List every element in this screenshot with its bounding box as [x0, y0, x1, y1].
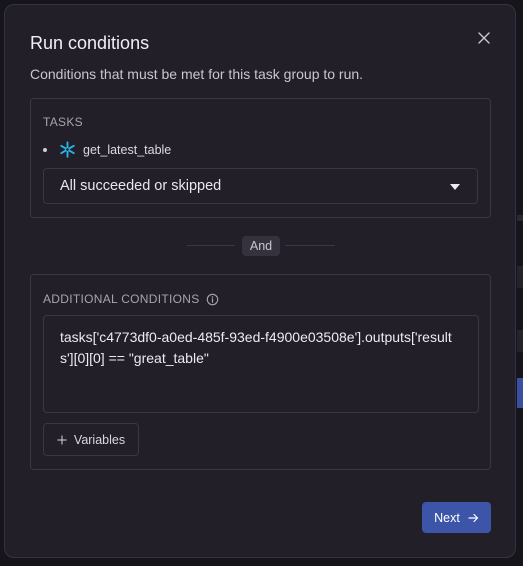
task-list-item: get_latest_table — [43, 141, 171, 158]
info-icon[interactable] — [206, 293, 219, 306]
close-button[interactable] — [475, 29, 493, 47]
run-conditions-modal: Run conditions Conditions that must be m… — [4, 4, 516, 558]
additional-conditions-section: ADDITIONAL CONDITIONS tasks['c4773df0-a0… — [30, 274, 491, 470]
close-icon — [478, 32, 490, 44]
plus-icon — [57, 435, 67, 445]
tasks-section: TASKS get_latest_table All succeeded or … — [30, 98, 491, 218]
variables-button-label: Variables — [73, 432, 126, 447]
modal-title: Run conditions — [30, 33, 150, 53]
additional-conditions-label-text: ADDITIONAL CONDITIONS — [43, 292, 200, 306]
task-name: get_latest_table — [83, 142, 172, 157]
divider-line — [187, 245, 235, 246]
next-button-label: Next — [434, 510, 460, 525]
condition-expression-editor[interactable]: tasks['c4773df0-a0ed-485f-93ed-f4900e035… — [43, 315, 479, 413]
background-element — [517, 266, 523, 288]
tasks-section-label: TASKS — [43, 115, 83, 129]
additional-conditions-label: ADDITIONAL CONDITIONS — [43, 292, 219, 306]
background-button — [517, 378, 523, 408]
condition-select[interactable]: All succeeded or skipped — [43, 168, 478, 204]
next-button[interactable]: Next — [422, 502, 491, 533]
divider-line — [285, 245, 335, 246]
background-element — [517, 330, 523, 352]
condition-select-value: All succeeded or skipped — [60, 178, 222, 194]
bullet — [43, 147, 47, 152]
snowflake-icon — [59, 141, 76, 158]
and-badge: And — [242, 236, 280, 256]
variables-button[interactable]: Variables — [43, 423, 139, 456]
background-element — [517, 215, 523, 221]
arrow-right-icon — [468, 513, 479, 523]
caret-down-icon — [449, 183, 461, 191]
modal-subtitle: Conditions that must be met for this tas… — [30, 66, 364, 82]
